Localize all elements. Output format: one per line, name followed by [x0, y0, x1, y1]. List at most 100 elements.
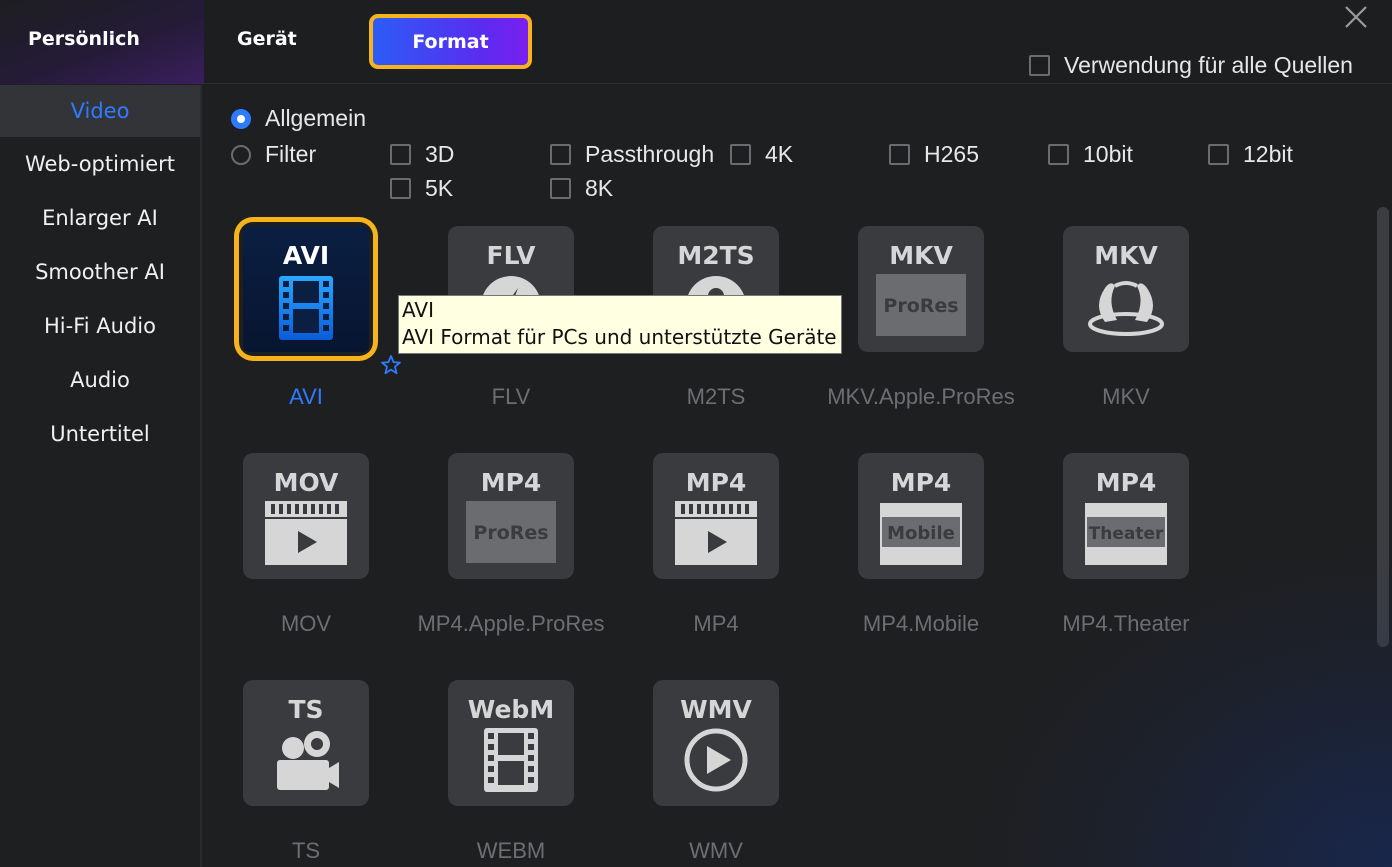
tab-personal[interactable]: Persönlich	[0, 0, 204, 84]
format-tile-webm[interactable]: WebM	[448, 680, 574, 806]
tab-device[interactable]: Gerät	[237, 28, 297, 50]
format-tile-mkv-prores[interactable]: MKV ProRes	[858, 226, 984, 352]
tooltip-description: AVI Format für PCs und unterstützte Gerä…	[402, 325, 837, 349]
format-tile-mp4[interactable]: MP4	[653, 453, 779, 579]
clapper-icon: MOV	[265, 468, 347, 565]
sidebar-item-subtitles[interactable]: Untertitel	[0, 407, 200, 461]
mov-tile-title: MOV	[274, 468, 339, 497]
mp4-prores-badge: ProRes	[473, 522, 548, 544]
format-tile-mov[interactable]: MOV	[243, 453, 369, 579]
filter-5k[interactable]: 5K	[390, 175, 453, 202]
filter-4k[interactable]: 4K	[730, 141, 793, 168]
filter-12bit-checkbox[interactable]	[1208, 144, 1229, 165]
filter-3d-label: 3D	[425, 141, 455, 167]
format-label-mkv: MKV	[1102, 384, 1150, 409]
sidebar-item-audio[interactable]: Audio	[0, 353, 200, 407]
filter-4k-label: 4K	[765, 141, 794, 167]
theater-icon: MP4 Theater	[1085, 468, 1167, 565]
m2ts-tile-title: M2TS	[677, 241, 754, 270]
format-tile-wmv[interactable]: WMV	[653, 680, 779, 806]
format-label-ts: TS	[291, 838, 321, 863]
mp4-tile-title: MP4	[686, 468, 747, 497]
format-tile-mp4-theater[interactable]: MP4 Theater	[1063, 453, 1189, 579]
background-glow	[972, 547, 1392, 867]
mp4-mobile-badge: Mobile	[887, 523, 955, 544]
format-label-m2ts: M2TS	[686, 384, 746, 409]
close-icon[interactable]	[1343, 4, 1369, 30]
sidebar-item-hifi-audio[interactable]: Hi-Fi Audio	[0, 299, 200, 353]
filter-passthrough-checkbox[interactable]	[550, 144, 571, 165]
filter-10bit-label: 10bit	[1083, 141, 1133, 167]
format-label-webm: WEBM	[476, 838, 546, 863]
mp4-theater-tile-title: MP4	[1096, 468, 1157, 497]
filter-option[interactable]: Filter	[231, 141, 316, 168]
filter-12bit[interactable]: 12bit	[1208, 141, 1293, 168]
format-label-wmv: WMV	[689, 838, 743, 863]
tab-format-label: Format	[412, 30, 489, 53]
top-bar: Persönlich Gerät Format Verwendung für a…	[0, 0, 1392, 84]
format-tooltip: AVI AVI Format für PCs und unterstützte …	[398, 295, 842, 354]
filter-10bit-checkbox[interactable]	[1048, 144, 1069, 165]
wmv-tile-title: WMV	[680, 695, 752, 724]
sidebar-item-video[interactable]: Video	[0, 85, 200, 137]
format-tile-mp4-prores[interactable]: MP4 ProRes	[448, 453, 574, 579]
format-label-mp4-prores: MP4.Apple.ProRes	[417, 611, 605, 636]
format-tile-avi[interactable]: AVI	[243, 226, 369, 352]
format-tile-mkv[interactable]: MKV	[1063, 226, 1189, 352]
mkv-tile-title: MKV	[1094, 241, 1158, 270]
format-label-avi: AVI	[289, 384, 323, 409]
tab-personal-label: Persönlich	[28, 28, 140, 50]
filter-8k-checkbox[interactable]	[550, 178, 571, 199]
apply-all-label: Verwendung für alle Quellen	[1064, 52, 1353, 78]
play-icon: WMV	[680, 695, 753, 792]
format-label-mov: MOV	[280, 611, 332, 636]
mkv-prores-tile-title: MKV	[889, 241, 953, 270]
mp4-prores-tile-title: MP4	[481, 468, 542, 497]
general-option[interactable]: Allgemein	[231, 105, 366, 132]
mobile-icon: MP4 Mobile	[880, 468, 962, 565]
filter-5k-checkbox[interactable]	[390, 178, 411, 199]
sidebar: Video Web-optimiert Enlarger AI Smoother…	[0, 85, 202, 867]
general-radio[interactable]	[231, 108, 251, 129]
apply-all-checkbox[interactable]	[1029, 55, 1050, 76]
filter-radio[interactable]	[231, 144, 251, 165]
ts-tile-title: TS	[288, 695, 323, 724]
filter-h265[interactable]: H265	[889, 141, 979, 168]
tooltip-title: AVI	[402, 298, 434, 322]
flv-tile-title: FLV	[487, 241, 537, 270]
filter-3d[interactable]: 3D	[390, 141, 454, 168]
filter-12bit-label: 12bit	[1243, 141, 1293, 167]
format-label-mp4: MP4	[693, 611, 739, 636]
mkv-prores-badge: ProRes	[883, 295, 958, 317]
apply-all-option[interactable]: Verwendung für alle Quellen	[1029, 52, 1353, 79]
clapper-icon: MP4	[675, 468, 757, 565]
format-label-flv: FLV	[491, 384, 531, 409]
vr-icon: MKV	[1088, 241, 1164, 336]
sidebar-item-smoother-ai[interactable]: Smoother AI	[0, 245, 200, 299]
filter-3d-checkbox[interactable]	[390, 144, 411, 165]
mp4-theater-badge: Theater	[1089, 524, 1164, 544]
filter-area: Allgemein Filter 3D Passthrough 4K H265 …	[204, 85, 1384, 215]
sidebar-item-enlarger-ai[interactable]: Enlarger AI	[0, 191, 200, 245]
favorite-star-icon[interactable]	[380, 354, 402, 376]
film-icon: WebM	[468, 695, 554, 792]
filter-4k-checkbox[interactable]	[730, 144, 751, 165]
filter-passthrough-label: Passthrough	[585, 141, 715, 167]
camera-icon: TS	[277, 695, 339, 790]
format-tile-ts[interactable]: TS	[243, 680, 369, 806]
sidebar-item-web-optimized[interactable]: Web-optimiert	[0, 137, 200, 191]
filter-10bit[interactable]: 10bit	[1048, 141, 1133, 168]
general-label: Allgemein	[265, 105, 366, 131]
prores-icon: MKV ProRes	[876, 241, 966, 336]
scrollbar[interactable]	[1377, 207, 1389, 647]
filter-h265-checkbox[interactable]	[889, 144, 910, 165]
tab-format[interactable]: Format	[369, 14, 532, 69]
format-tile-mp4-mobile[interactable]: MP4 Mobile	[858, 453, 984, 579]
filter-8k[interactable]: 8K	[550, 175, 613, 202]
filter-5k-label: 5K	[425, 175, 454, 201]
filter-label: Filter	[265, 141, 317, 167]
filter-passthrough[interactable]: Passthrough	[550, 141, 714, 168]
film-icon: AVI	[243, 226, 369, 352]
prores-icon: MP4 ProRes	[466, 468, 556, 563]
format-label-mp4-mobile: MP4.Mobile	[862, 611, 980, 636]
